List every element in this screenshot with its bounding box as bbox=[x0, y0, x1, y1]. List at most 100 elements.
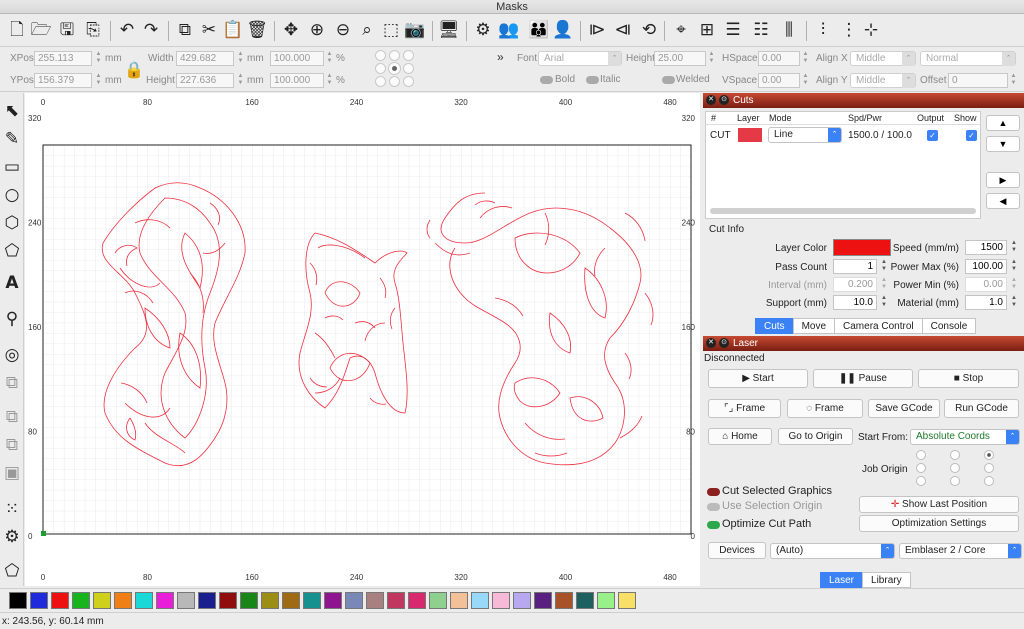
font-height-stepper[interactable]: ▲ ▼ bbox=[708, 51, 715, 66]
anchor-dot[interactable] bbox=[375, 76, 386, 87]
pass-count-input[interactable] bbox=[833, 259, 877, 274]
scale-x-input[interactable] bbox=[270, 51, 324, 66]
scale-y-stepper[interactable]: ▲ ▼ bbox=[326, 73, 333, 88]
polygon-icon[interactable]: ⬡ bbox=[1, 211, 23, 235]
distribute-horizontal-icon[interactable]: ☷ bbox=[750, 19, 772, 41]
tab-console[interactable]: Console bbox=[921, 318, 977, 334]
boolean-union-icon[interactable]: ⧉ bbox=[1, 371, 23, 395]
job-origin-radio[interactable] bbox=[916, 463, 926, 473]
user-icon[interactable]: 👤 bbox=[552, 19, 574, 41]
tab-camera-control[interactable]: Camera Control bbox=[834, 318, 923, 334]
color-swatch[interactable] bbox=[198, 592, 216, 609]
cut-output-checkbox[interactable]: ✓ bbox=[927, 130, 938, 141]
font-select[interactable]: Arial ⌃ bbox=[538, 51, 622, 66]
support-input[interactable] bbox=[833, 295, 877, 310]
hspace-stepper[interactable]: ▲ ▼ bbox=[802, 51, 809, 66]
optimization-settings-button[interactable]: Optimization Settings bbox=[859, 515, 1019, 532]
tab-laser[interactable]: Laser bbox=[820, 572, 864, 588]
material-stepper[interactable]: ▲ ▼ bbox=[1010, 295, 1018, 310]
distribute-vertical-icon[interactable]: ☰ bbox=[722, 19, 744, 41]
weld-icon[interactable]: ▣ bbox=[1, 461, 23, 485]
undock-icon[interactable]: ⊙ bbox=[719, 95, 729, 105]
zoom-in-icon[interactable]: ⊕ bbox=[306, 19, 328, 41]
anchor-dot-selected[interactable] bbox=[389, 63, 400, 74]
ypos-input[interactable] bbox=[34, 73, 92, 88]
offset-stepper[interactable]: ▲ ▼ bbox=[1010, 73, 1017, 88]
aligny-select[interactable]: Middle ⌃ bbox=[850, 73, 916, 88]
users-icon[interactable]: 👥 bbox=[498, 19, 520, 41]
vspace-input[interactable] bbox=[758, 73, 800, 88]
offset-icon[interactable]: ◎ bbox=[1, 343, 23, 367]
copy-icon[interactable]: ⧉ bbox=[174, 19, 196, 41]
job-origin-radio[interactable] bbox=[950, 476, 960, 486]
mirror-horizontal-icon[interactable]: ⧐ bbox=[586, 19, 608, 41]
undock-icon[interactable]: ⊙ bbox=[719, 338, 729, 348]
paste-icon[interactable]: 📋 bbox=[222, 19, 244, 41]
open-folder-icon[interactable]: 🗁 bbox=[30, 19, 52, 41]
color-swatch[interactable] bbox=[51, 592, 69, 609]
work-area[interactable] bbox=[42, 144, 692, 535]
show-last-position-button[interactable]: ✛ Show Last Position bbox=[859, 496, 1019, 513]
canvas-svg[interactable]: 0 80 160 240 320 400 480 0 80 160 240 320 400 480 32… bbox=[25, 93, 700, 586]
color-swatch[interactable] bbox=[618, 592, 636, 609]
welded-toggle[interactable] bbox=[662, 76, 675, 84]
material-input[interactable] bbox=[965, 295, 1007, 310]
target-icon[interactable]: ⌖ bbox=[670, 19, 692, 41]
job-origin-radio[interactable] bbox=[916, 476, 926, 486]
speed-stepper[interactable]: ▲ ▼ bbox=[1010, 240, 1018, 255]
export-icon[interactable]: ⎘ bbox=[82, 19, 104, 41]
ellipse-icon[interactable]: ○ bbox=[1, 183, 23, 207]
tab-library[interactable]: Library bbox=[862, 572, 911, 588]
frame-circle-button[interactable]: ◌ Frame bbox=[787, 399, 863, 418]
redo-icon[interactable]: ↷ bbox=[140, 19, 162, 41]
job-origin-radio[interactable] bbox=[984, 463, 994, 473]
lock-icon[interactable]: 🔒 bbox=[124, 60, 144, 80]
cut-row[interactable]: CUT Line ⌃ 1500.0 / 100.0 ✓ ✓ bbox=[706, 126, 980, 144]
monitor-icon[interactable]: 🖥 bbox=[438, 19, 460, 41]
move-down-button[interactable]: ▼ bbox=[986, 136, 1020, 152]
optimize-toggle[interactable] bbox=[707, 521, 720, 529]
pause-button[interactable]: ❚❚ Pause bbox=[813, 369, 913, 388]
color-swatch[interactable] bbox=[492, 592, 510, 609]
move-right-button[interactable]: ▶ bbox=[986, 172, 1020, 188]
align-h-icon[interactable]: ⫼ bbox=[778, 19, 800, 41]
job-origin-radio-selected[interactable] bbox=[984, 450, 994, 460]
color-swatch[interactable] bbox=[156, 592, 174, 609]
cut-show-checkbox[interactable]: ✓ bbox=[966, 130, 977, 141]
color-swatch[interactable] bbox=[366, 592, 384, 609]
alignx-select[interactable]: Middle ⌃ bbox=[850, 51, 916, 66]
color-swatch[interactable] bbox=[114, 592, 132, 609]
settings-icon[interactable]: ⚙ bbox=[472, 19, 494, 41]
job-origin-radio[interactable] bbox=[950, 450, 960, 460]
close-icon[interactable]: ✕ bbox=[706, 95, 716, 105]
home-button[interactable]: ⌂ Home bbox=[708, 428, 772, 445]
power-max-stepper[interactable]: ▲ ▼ bbox=[1010, 259, 1018, 274]
use-selection-origin-toggle[interactable] bbox=[707, 503, 720, 511]
camera-icon[interactable]: 📷 bbox=[404, 19, 426, 41]
color-swatch[interactable] bbox=[30, 592, 48, 609]
polyline-icon[interactable]: ⬠ bbox=[1, 239, 23, 263]
font-height-input[interactable] bbox=[654, 51, 706, 66]
start-from-select[interactable]: Absolute Coords ⌃ bbox=[910, 429, 1020, 445]
color-swatch[interactable] bbox=[9, 592, 27, 609]
power-min-input[interactable] bbox=[965, 277, 1007, 292]
run-gcode-button[interactable]: Run GCode bbox=[944, 399, 1019, 418]
device-type-select[interactable]: Emblaser 2 / Core ⌃ bbox=[899, 543, 1022, 559]
color-swatch[interactable] bbox=[303, 592, 321, 609]
mirror-vertical-icon[interactable]: ⧏ bbox=[612, 19, 634, 41]
xpos-input[interactable] bbox=[34, 51, 92, 66]
cut-icon[interactable]: ✂ bbox=[198, 19, 220, 41]
height-input[interactable] bbox=[176, 73, 234, 88]
boolean-subtract-icon[interactable]: ⧉ bbox=[1, 405, 23, 429]
color-swatch[interactable] bbox=[282, 592, 300, 609]
power-min-stepper[interactable]: ▲ ▼ bbox=[1010, 277, 1018, 292]
close-icon[interactable]: ✕ bbox=[706, 338, 716, 348]
save-icon[interactable]: 🖫 bbox=[56, 19, 78, 41]
zoom-fit-icon[interactable]: ⌕ bbox=[356, 19, 378, 41]
xpos-stepper[interactable]: ▲ ▼ bbox=[95, 51, 102, 66]
color-swatch[interactable] bbox=[576, 592, 594, 609]
color-swatch[interactable] bbox=[135, 592, 153, 609]
frame-rect-button[interactable]: ⌜⌟ Frame bbox=[708, 399, 781, 418]
text-icon[interactable]: A bbox=[1, 271, 23, 295]
zoom-out-icon[interactable]: ⊖ bbox=[332, 19, 354, 41]
